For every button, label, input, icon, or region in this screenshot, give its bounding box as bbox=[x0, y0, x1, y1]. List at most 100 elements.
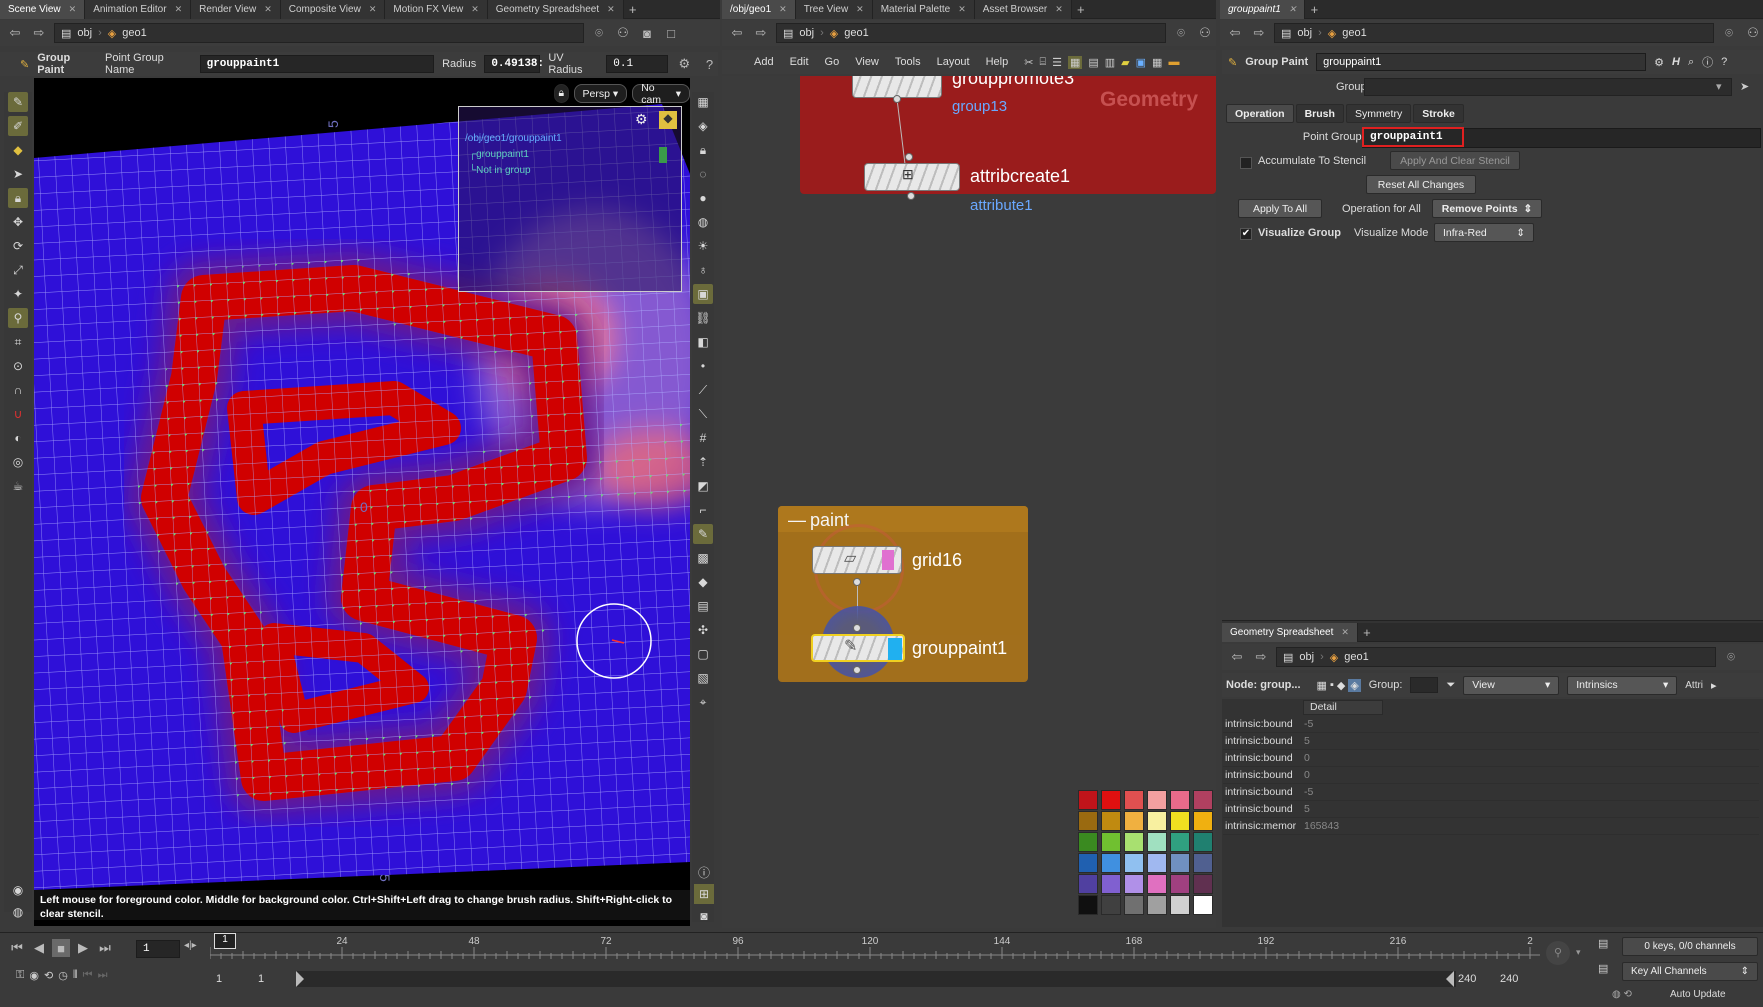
color-swatch[interactable] bbox=[1193, 853, 1213, 873]
channel-list-icon[interactable]: ▤ bbox=[1598, 937, 1608, 950]
pin-icon[interactable]: ⌾ bbox=[1720, 24, 1738, 42]
color-swatch[interactable] bbox=[1170, 874, 1190, 894]
color-swatch[interactable] bbox=[1193, 832, 1213, 852]
group-dropdown-icon[interactable]: ▾ bbox=[1716, 80, 1722, 93]
points-icon[interactable]: ▦ bbox=[1317, 679, 1327, 692]
visualize-mode-dropdown[interactable]: Infra-Red ⇕ bbox=[1434, 223, 1534, 242]
forward-icon[interactable]: ⇨ bbox=[752, 24, 770, 42]
range-start-handle[interactable] bbox=[296, 971, 304, 987]
color-swatch[interactable] bbox=[1078, 895, 1098, 915]
tab-material-palette[interactable]: Material Palette ✕ bbox=[872, 0, 975, 19]
visibility-icon[interactable]: ◉ bbox=[8, 880, 28, 900]
table-row[interactable]: intrinsic:memor 165843 bbox=[1223, 818, 1759, 835]
color-swatch[interactable] bbox=[1193, 790, 1213, 810]
color-swatch[interactable] bbox=[1193, 811, 1213, 831]
tab-scene-view[interactable]: Scene View ✕ bbox=[0, 0, 86, 19]
color-swatch[interactable] bbox=[1124, 832, 1144, 852]
view-dropdown[interactable]: View ▾ bbox=[1463, 675, 1560, 695]
range-end[interactable]: 240 bbox=[1458, 973, 1476, 985]
color-swatch[interactable] bbox=[1147, 811, 1167, 831]
tab-geometry-spreadsheet[interactable]: Geometry Spreadsheet ✕ bbox=[487, 0, 624, 19]
operation-dropdown[interactable]: Remove Points ⇕ bbox=[1432, 199, 1542, 218]
snap-grid-icon[interactable]: ⌗ bbox=[8, 332, 28, 352]
viewport[interactable]: 5 0 5 🔒︎ Persp ▾ No cam ▾ /obj/geo1/grou… bbox=[34, 78, 690, 926]
keys-channels-button[interactable]: 0 keys, 0/0 channels bbox=[1622, 937, 1758, 956]
apply-to-all-button[interactable]: Apply To All bbox=[1238, 199, 1322, 218]
eraser-icon[interactable]: ◆ bbox=[8, 140, 28, 160]
diamond-icon[interactable]: ◆ bbox=[693, 572, 713, 592]
color-swatch[interactable] bbox=[1170, 832, 1190, 852]
corner-icon[interactable]: ⌐ bbox=[693, 500, 713, 520]
key-wrench-icon[interactable]: ⚲ bbox=[1546, 941, 1570, 965]
color-swatch[interactable] bbox=[1078, 790, 1098, 810]
note-icon[interactable]: ▰ bbox=[1121, 56, 1129, 69]
color-swatch[interactable] bbox=[1101, 874, 1121, 894]
table-row[interactable]: intrinsic:bound 5 bbox=[1223, 801, 1759, 818]
table-row[interactable]: intrinsic:bound 5 bbox=[1223, 733, 1759, 750]
table-row[interactable]: intrinsic:bound 0 bbox=[1223, 767, 1759, 784]
key-all-channels-dropdown[interactable]: Key All Channels ⇕ bbox=[1622, 962, 1758, 981]
close-icon[interactable]: ✕ bbox=[1055, 4, 1063, 15]
color-swatch[interactable] bbox=[1193, 874, 1213, 894]
point-group-name-input[interactable]: grouppaint1 bbox=[199, 55, 435, 73]
tab-animation-editor[interactable]: Animation Editor ✕ bbox=[85, 0, 192, 19]
color-swatch[interactable] bbox=[1124, 853, 1144, 873]
color-swatch[interactable] bbox=[1147, 790, 1167, 810]
node-output-dot[interactable] bbox=[853, 666, 861, 674]
help-icon[interactable]: ? bbox=[701, 55, 718, 73]
point-group-name-field[interactable]: grouppaint1 bbox=[1362, 127, 1464, 147]
node-input-dot[interactable] bbox=[853, 624, 861, 632]
range-end-handle[interactable] bbox=[1446, 971, 1454, 987]
timeline-ruler[interactable]: 24 48 72 96 120 144 168 192 216 2 bbox=[210, 933, 1540, 967]
paint-tool-alt-icon[interactable]: ✐ bbox=[8, 116, 28, 136]
detail-icon[interactable]: ◈ bbox=[1348, 678, 1361, 692]
handle-icon[interactable]: ✦ bbox=[8, 284, 28, 304]
node-input-dot[interactable] bbox=[905, 153, 913, 161]
maximize-icon[interactable]: □ bbox=[662, 24, 680, 42]
add-tab-icon[interactable]: + bbox=[1072, 0, 1090, 18]
close-icon[interactable]: ✕ bbox=[1289, 4, 1297, 15]
display-options-icon[interactable]: ▦ bbox=[693, 92, 713, 112]
auto-update-label[interactable]: Auto Update bbox=[1670, 989, 1726, 1000]
table-row[interactable]: intrinsic:bound 0 bbox=[1223, 750, 1759, 767]
light-icon[interactable]: ☀︎ bbox=[693, 236, 713, 256]
stop-icon[interactable]: ■ bbox=[52, 939, 70, 957]
pin-icon[interactable]: ⌾ bbox=[1172, 24, 1190, 42]
tab-network[interactable]: /obj/geo1 ✕ bbox=[722, 0, 796, 19]
camera-icon[interactable]: ◙ bbox=[638, 24, 656, 42]
close-icon[interactable]: ✕ bbox=[175, 4, 183, 15]
image-alt-icon[interactable]: ▧ bbox=[693, 668, 713, 688]
color-swatch[interactable] bbox=[1101, 853, 1121, 873]
numbers-icon[interactable]: # bbox=[693, 428, 713, 448]
play-icon[interactable]: ▶ bbox=[74, 939, 92, 957]
lightbulb-icon[interactable]: ♁ bbox=[693, 260, 713, 280]
path-field[interactable]: ▤ obj › ◈ geo1 bbox=[1274, 23, 1714, 43]
inset-view[interactable]: /obj/geo1/grouppaint1 ┌grouppaint1 └Not … bbox=[458, 106, 682, 292]
color-swatch[interactable] bbox=[1147, 853, 1167, 873]
display-icon[interactable]: ◍ bbox=[8, 902, 28, 922]
tab-asset-browser[interactable]: Asset Browser ✕ bbox=[974, 0, 1072, 19]
tab-render-view[interactable]: Render View ✕ bbox=[191, 0, 281, 19]
color-swatch[interactable] bbox=[1078, 874, 1098, 894]
add-tab-icon[interactable]: + bbox=[1305, 0, 1323, 18]
color-swatch[interactable] bbox=[1124, 895, 1144, 915]
visualize-checkbox[interactable]: ✔ bbox=[1240, 228, 1252, 240]
intrinsics-dropdown[interactable]: Intrinsics ▾ bbox=[1567, 675, 1678, 695]
pin-view-icon[interactable]: ⌖ bbox=[693, 692, 713, 712]
close-icon[interactable]: ✕ bbox=[1341, 627, 1349, 638]
color-swatch[interactable] bbox=[1124, 874, 1144, 894]
step-icons[interactable]: ◂|▸ bbox=[184, 940, 197, 951]
tab-params[interactable]: grouppaint1 ✕ bbox=[1220, 0, 1306, 19]
magnet-icon[interactable]: ∪ bbox=[8, 404, 28, 424]
tab-brush[interactable]: Brush bbox=[1295, 104, 1344, 123]
folder-icon[interactable]: ▬ bbox=[1168, 56, 1179, 69]
forward-icon[interactable]: ⇨ bbox=[1252, 648, 1270, 666]
uv-radius-input[interactable]: 0.1 bbox=[606, 55, 668, 73]
add-tab-icon[interactable]: + bbox=[624, 0, 642, 18]
wrench-icon[interactable]: ✂ bbox=[1024, 56, 1033, 69]
link-icon[interactable]: ⚇ bbox=[1196, 24, 1214, 42]
apply-and-clear-stencil-button[interactable]: Apply And Clear Stencil bbox=[1390, 151, 1520, 170]
forward-icon[interactable]: ⇨ bbox=[1250, 24, 1268, 42]
node-output-dot[interactable] bbox=[907, 192, 915, 200]
tree-icon[interactable]: ⌸ bbox=[1039, 56, 1046, 69]
